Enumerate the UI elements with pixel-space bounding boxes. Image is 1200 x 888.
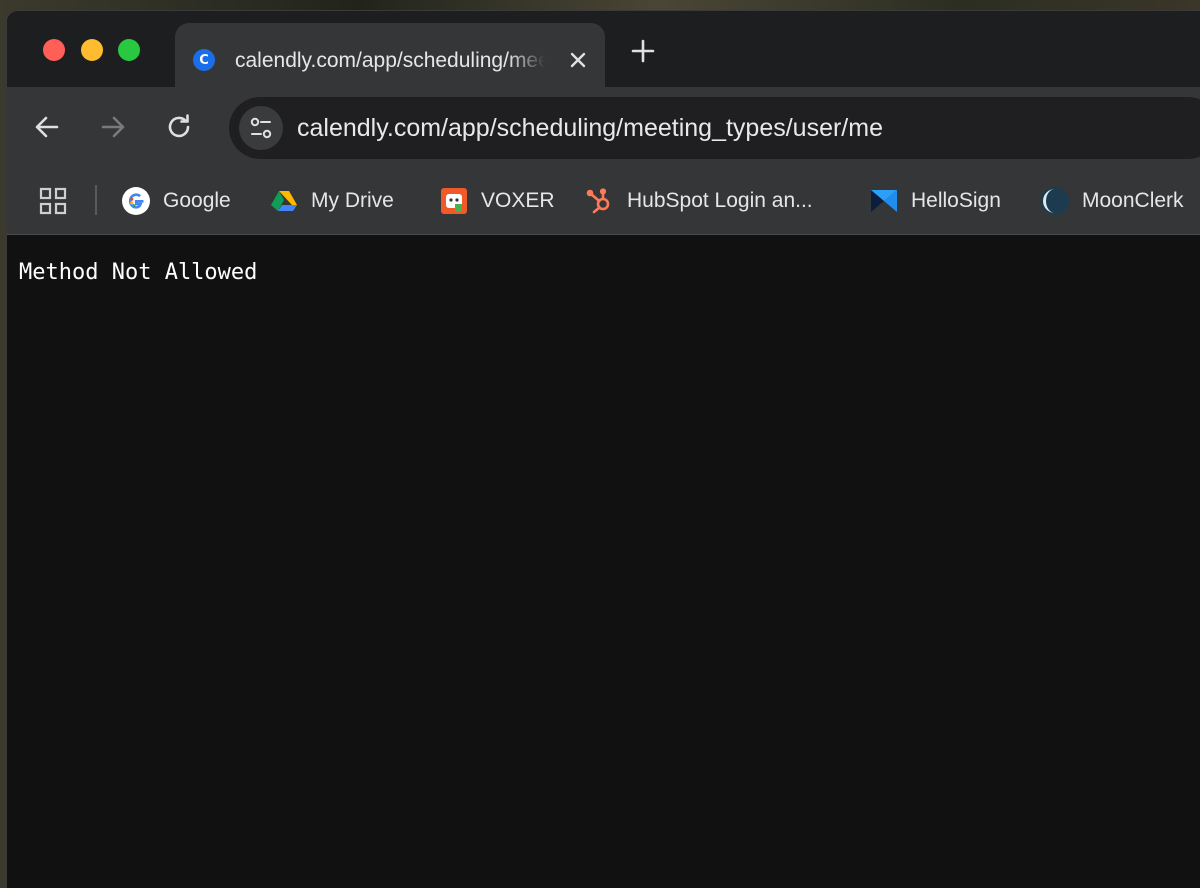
tab-title: calendly.com/app/scheduling/meeting_type… xyxy=(235,49,545,72)
toolbar: calendly.com/app/scheduling/meeting_type… xyxy=(7,87,1200,169)
google-drive-icon xyxy=(269,186,299,216)
bookmark-my-drive[interactable]: My Drive xyxy=(269,181,394,221)
bookmark-label: VOXER xyxy=(481,189,555,212)
voxer-icon xyxy=(439,186,469,216)
bookmark-label: Google xyxy=(163,189,231,212)
new-tab-icon[interactable] xyxy=(627,35,659,67)
browser-window: C calendly.com/app/scheduling/meeting_ty… xyxy=(6,10,1200,888)
bookmark-google[interactable]: Google xyxy=(121,181,231,221)
bookmark-voxer[interactable]: VOXER xyxy=(439,181,555,221)
moonclerk-icon xyxy=(1040,186,1070,216)
error-message: Method Not Allowed xyxy=(19,260,258,285)
back-arrow-icon[interactable] xyxy=(29,109,65,145)
close-window-button[interactable] xyxy=(43,39,65,61)
bookmark-label: My Drive xyxy=(311,189,394,212)
forward-arrow-icon[interactable] xyxy=(95,109,131,145)
bookmark-hubspot[interactable]: HubSpot Login an... xyxy=(585,181,813,221)
url-text: calendly.com/app/scheduling/meeting_type… xyxy=(297,114,883,142)
bookmarks-bar: Google My Drive VOXER HubSpot Login an..… xyxy=(7,169,1200,235)
google-icon xyxy=(121,186,151,216)
apps-grid-icon[interactable] xyxy=(37,185,69,217)
reload-icon[interactable] xyxy=(161,109,197,145)
bookmark-label: MoonClerk xyxy=(1082,189,1184,212)
minimize-window-button[interactable] xyxy=(81,39,103,61)
active-tab[interactable]: C calendly.com/app/scheduling/meeting_ty… xyxy=(175,23,605,87)
hubspot-icon xyxy=(585,186,615,216)
address-bar[interactable]: calendly.com/app/scheduling/meeting_type… xyxy=(229,97,1200,159)
bookmark-label: HubSpot Login an... xyxy=(627,189,813,212)
page-content: Method Not Allowed xyxy=(7,236,1200,888)
close-tab-icon[interactable] xyxy=(565,47,591,73)
tab-strip: C calendly.com/app/scheduling/meeting_ty… xyxy=(7,11,1200,87)
hellosign-icon xyxy=(869,186,899,216)
maximize-window-button[interactable] xyxy=(118,39,140,61)
bookmark-label: HelloSign xyxy=(911,189,1001,212)
bookmarks-divider xyxy=(95,185,97,215)
bookmark-moonclerk[interactable]: MoonClerk xyxy=(1040,181,1184,221)
bookmark-hellosign[interactable]: HelloSign xyxy=(869,181,1001,221)
site-settings-icon[interactable] xyxy=(239,106,283,150)
calendly-icon: C xyxy=(193,49,215,71)
